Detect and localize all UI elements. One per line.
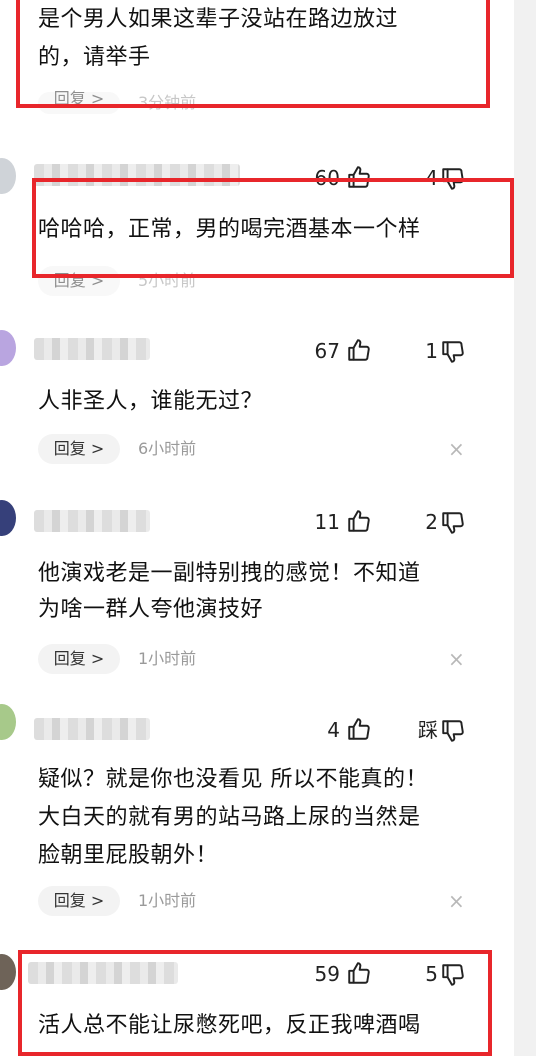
close-icon[interactable]: ×: [448, 886, 465, 916]
timestamp: 1小时前: [138, 891, 197, 910]
thumbs-up-icon[interactable]: [346, 508, 372, 534]
reply-button[interactable]: 回复 >: [38, 434, 120, 464]
avatar[interactable]: [0, 500, 16, 536]
thumbs-up-icon[interactable]: [346, 716, 372, 742]
comment-text: 为啥一群人夸他演技好: [38, 597, 264, 622]
comment-text: 人非圣人，谁能无过？: [38, 389, 264, 414]
like-count: 11: [314, 510, 340, 534]
timestamp: 1小时前: [138, 649, 197, 668]
dislike-count: 踩: [418, 718, 438, 742]
highlight-box: [18, 950, 492, 1056]
username-blurred[interactable]: [34, 338, 150, 360]
thumbs-up-icon[interactable]: [346, 337, 372, 363]
avatar[interactable]: [0, 158, 16, 194]
comment-text: 大白天的就有男的站马路上尿的当然是: [38, 805, 421, 830]
thumbs-down-icon[interactable]: [440, 718, 466, 744]
highlight-box: [16, 0, 490, 108]
thumbs-down-icon[interactable]: [440, 339, 466, 365]
highlight-box: [32, 178, 514, 278]
reply-button[interactable]: 回复 >: [38, 886, 120, 916]
timestamp: 6小时前: [138, 439, 197, 458]
dislike-count: 2: [425, 510, 438, 534]
page-edge: [514, 0, 536, 1056]
avatar[interactable]: [0, 704, 16, 740]
close-icon[interactable]: ×: [448, 644, 465, 674]
thumbs-down-icon[interactable]: [440, 510, 466, 536]
reply-button[interactable]: 回复 >: [38, 644, 120, 674]
avatar[interactable]: [0, 954, 16, 990]
avatar[interactable]: [0, 330, 16, 366]
username-blurred[interactable]: [34, 510, 150, 532]
like-count: 67: [314, 339, 340, 363]
dislike-count: 1: [425, 339, 438, 363]
comment-text: 疑似？就是你也没看见 所以不能真的！: [38, 767, 428, 792]
comment-text: 他演戏老是一副特别拽的感觉！不知道: [38, 561, 421, 586]
username-blurred[interactable]: [34, 718, 150, 740]
close-icon[interactable]: ×: [448, 434, 465, 464]
comment-text: 脸朝里屁股朝外！: [38, 843, 219, 868]
like-count: 4: [327, 718, 340, 742]
